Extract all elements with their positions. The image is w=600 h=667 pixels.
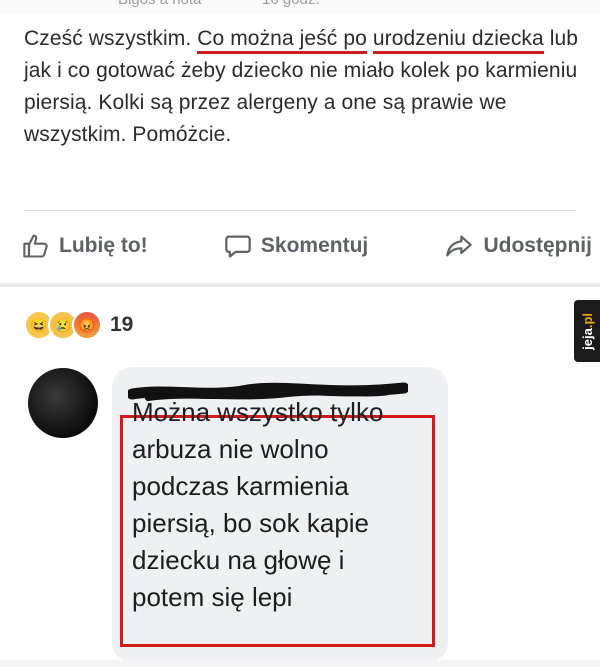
speech-bubble-icon (225, 235, 251, 258)
reaction-count: 19 (110, 313, 134, 336)
watermark-text: jeja (579, 327, 595, 350)
reactions-summary[interactable]: 😆 😢 😡 19 (24, 310, 133, 340)
share-label: Udostępnij (483, 234, 592, 257)
post-text-highlight-2: urodzeniu dziecka (372, 27, 544, 54)
post-body: Cześć wszystkim. Co można jeść po urodze… (24, 23, 584, 151)
thumbs-up-icon (23, 234, 48, 258)
divider (24, 210, 576, 211)
site-watermark: jeja.pl (574, 300, 600, 362)
share-button[interactable]: Udostępnij (444, 232, 592, 260)
like-button[interactable]: Lubię to! (22, 232, 148, 260)
commenter-avatar[interactable] (28, 368, 98, 438)
comment-button[interactable]: Skomentuj (224, 232, 368, 260)
share-arrow-icon (446, 235, 473, 257)
author-name[interactable]: Bigos a nota (118, 0, 201, 8)
like-label: Lubię to! (59, 234, 148, 257)
post-text-highlight-1: Co można jeść po (197, 27, 367, 54)
comment-text: Można wszystko tylko arbuza nie wolno po… (132, 397, 384, 612)
section-divider (0, 283, 600, 287)
post-actions-bar: Lubię to! Skomentuj Udostępnij (22, 228, 592, 264)
next-comment-cropped (0, 660, 600, 667)
post-timestamp[interactable]: 16 godz. (262, 0, 320, 8)
post-header-cropped: Bigos a nota 16 godz. (0, 0, 600, 14)
comment-label: Skomentuj (260, 234, 369, 257)
watermark-accent: .pl (579, 312, 595, 328)
post-text-intro: Cześć wszystkim. (24, 27, 198, 50)
angry-icon: 😡 (72, 310, 102, 340)
